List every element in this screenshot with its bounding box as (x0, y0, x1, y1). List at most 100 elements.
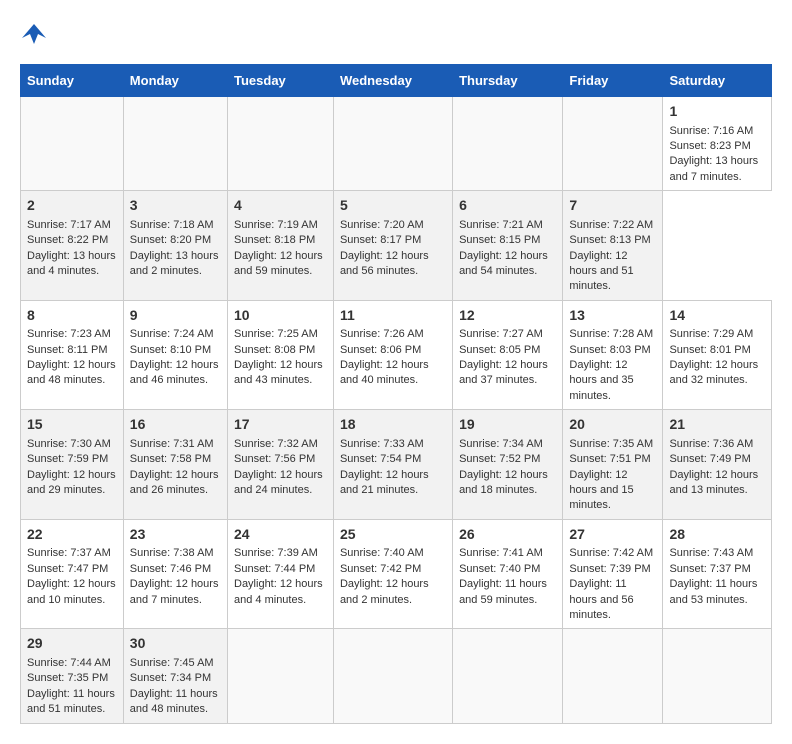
daylight-text: Daylight: 12 hours and 46 minutes. (130, 359, 219, 386)
page-header (20, 20, 772, 48)
day-number: 27 (569, 525, 656, 545)
sunrise-text: Sunrise: 7:20 AM (340, 219, 424, 231)
daylight-text: Daylight: 11 hours and 51 minutes. (27, 688, 115, 715)
weekday-header-tuesday: Tuesday (228, 65, 334, 97)
daylight-text: Daylight: 12 hours and 26 minutes. (130, 469, 219, 496)
daylight-text: Daylight: 12 hours and 13 minutes. (669, 469, 758, 496)
daylight-text: Daylight: 12 hours and 15 minutes. (569, 469, 633, 512)
sunrise-text: Sunrise: 7:34 AM (459, 438, 543, 450)
daylight-text: Daylight: 12 hours and 51 minutes. (569, 250, 633, 293)
day-cell-15: 15 Sunrise: 7:30 AM Sunset: 7:59 PM Dayl… (21, 410, 124, 520)
daylight-text: Daylight: 12 hours and 24 minutes. (234, 469, 323, 496)
daylight-text: Daylight: 12 hours and 29 minutes. (27, 469, 116, 496)
week-row-1: 2 Sunrise: 7:17 AM Sunset: 8:22 PM Dayli… (21, 191, 772, 301)
day-number: 18 (340, 415, 446, 435)
sunset-text: Sunset: 8:05 PM (459, 344, 540, 356)
sunset-text: Sunset: 8:20 PM (130, 234, 211, 246)
sunset-text: Sunset: 7:56 PM (234, 453, 315, 465)
sunset-text: Sunset: 8:06 PM (340, 344, 421, 356)
sunrise-text: Sunrise: 7:40 AM (340, 547, 424, 559)
day-number: 24 (234, 525, 327, 545)
day-cell-23: 23 Sunrise: 7:38 AM Sunset: 7:46 PM Dayl… (123, 519, 227, 629)
calendar-table: SundayMondayTuesdayWednesdayThursdayFrid… (20, 64, 772, 724)
day-cell-28: 28 Sunrise: 7:43 AM Sunset: 7:37 PM Dayl… (663, 519, 772, 629)
daylight-text: Daylight: 12 hours and 10 minutes. (27, 578, 116, 605)
sunset-text: Sunset: 7:35 PM (27, 672, 108, 684)
day-cell-22: 22 Sunrise: 7:37 AM Sunset: 7:47 PM Dayl… (21, 519, 124, 629)
weekday-header-saturday: Saturday (663, 65, 772, 97)
daylight-text: Daylight: 11 hours and 48 minutes. (130, 688, 218, 715)
weekday-header-wednesday: Wednesday (333, 65, 452, 97)
day-number: 30 (130, 634, 221, 654)
empty-cell (228, 629, 334, 723)
week-row-4: 22 Sunrise: 7:37 AM Sunset: 7:47 PM Dayl… (21, 519, 772, 629)
day-number: 29 (27, 634, 117, 654)
empty-cell (21, 97, 124, 191)
weekday-header-thursday: Thursday (453, 65, 563, 97)
day-cell-10: 10 Sunrise: 7:25 AM Sunset: 8:08 PM Dayl… (228, 300, 334, 410)
daylight-text: Daylight: 11 hours and 56 minutes. (569, 578, 633, 621)
sunset-text: Sunset: 8:17 PM (340, 234, 421, 246)
day-cell-17: 17 Sunrise: 7:32 AM Sunset: 7:56 PM Dayl… (228, 410, 334, 520)
day-number: 14 (669, 306, 765, 326)
day-number: 7 (569, 196, 656, 216)
day-cell-26: 26 Sunrise: 7:41 AM Sunset: 7:40 PM Dayl… (453, 519, 563, 629)
sunrise-text: Sunrise: 7:33 AM (340, 438, 424, 450)
sunrise-text: Sunrise: 7:30 AM (27, 438, 111, 450)
sunset-text: Sunset: 8:11 PM (27, 344, 108, 356)
sunset-text: Sunset: 7:54 PM (340, 453, 421, 465)
sunset-text: Sunset: 7:52 PM (459, 453, 540, 465)
day-cell-8: 8 Sunrise: 7:23 AM Sunset: 8:11 PM Dayli… (21, 300, 124, 410)
day-cell-16: 16 Sunrise: 7:31 AM Sunset: 7:58 PM Dayl… (123, 410, 227, 520)
day-cell-9: 9 Sunrise: 7:24 AM Sunset: 8:10 PM Dayli… (123, 300, 227, 410)
day-number: 13 (569, 306, 656, 326)
day-number: 25 (340, 525, 446, 545)
empty-cell (453, 629, 563, 723)
empty-cell (228, 97, 334, 191)
day-cell-29: 29 Sunrise: 7:44 AM Sunset: 7:35 PM Dayl… (21, 629, 124, 723)
day-cell-18: 18 Sunrise: 7:33 AM Sunset: 7:54 PM Dayl… (333, 410, 452, 520)
logo-icon (20, 20, 48, 48)
day-cell-1: 1 Sunrise: 7:16 AM Sunset: 8:23 PM Dayli… (663, 97, 772, 191)
daylight-text: Daylight: 12 hours and 21 minutes. (340, 469, 429, 496)
empty-cell (123, 97, 227, 191)
logo (20, 20, 52, 48)
day-number: 26 (459, 525, 556, 545)
daylight-text: Daylight: 13 hours and 7 minutes. (669, 155, 758, 182)
day-cell-13: 13 Sunrise: 7:28 AM Sunset: 8:03 PM Dayl… (563, 300, 663, 410)
sunset-text: Sunset: 8:01 PM (669, 344, 750, 356)
day-number: 16 (130, 415, 221, 435)
sunrise-text: Sunrise: 7:19 AM (234, 219, 318, 231)
sunset-text: Sunset: 8:15 PM (459, 234, 540, 246)
sunrise-text: Sunrise: 7:44 AM (27, 657, 111, 669)
sunrise-text: Sunrise: 7:36 AM (669, 438, 753, 450)
empty-cell (563, 97, 663, 191)
sunset-text: Sunset: 8:08 PM (234, 344, 315, 356)
day-number: 1 (669, 102, 765, 122)
day-cell-20: 20 Sunrise: 7:35 AM Sunset: 7:51 PM Dayl… (563, 410, 663, 520)
day-number: 9 (130, 306, 221, 326)
day-cell-5: 5 Sunrise: 7:20 AM Sunset: 8:17 PM Dayli… (333, 191, 452, 301)
day-number: 3 (130, 196, 221, 216)
daylight-text: Daylight: 11 hours and 59 minutes. (459, 578, 547, 605)
sunrise-text: Sunrise: 7:38 AM (130, 547, 214, 559)
day-cell-3: 3 Sunrise: 7:18 AM Sunset: 8:20 PM Dayli… (123, 191, 227, 301)
sunset-text: Sunset: 7:37 PM (669, 563, 750, 575)
empty-cell (563, 629, 663, 723)
sunrise-text: Sunrise: 7:28 AM (569, 328, 653, 340)
day-cell-19: 19 Sunrise: 7:34 AM Sunset: 7:52 PM Dayl… (453, 410, 563, 520)
day-cell-14: 14 Sunrise: 7:29 AM Sunset: 8:01 PM Dayl… (663, 300, 772, 410)
sunrise-text: Sunrise: 7:35 AM (569, 438, 653, 450)
sunrise-text: Sunrise: 7:18 AM (130, 219, 214, 231)
day-number: 20 (569, 415, 656, 435)
day-cell-2: 2 Sunrise: 7:17 AM Sunset: 8:22 PM Dayli… (21, 191, 124, 301)
sunset-text: Sunset: 7:47 PM (27, 563, 108, 575)
weekday-header-friday: Friday (563, 65, 663, 97)
sunset-text: Sunset: 7:42 PM (340, 563, 421, 575)
day-number: 10 (234, 306, 327, 326)
sunrise-text: Sunrise: 7:37 AM (27, 547, 111, 559)
sunset-text: Sunset: 8:13 PM (569, 234, 650, 246)
daylight-text: Daylight: 11 hours and 53 minutes. (669, 578, 757, 605)
sunset-text: Sunset: 8:18 PM (234, 234, 315, 246)
sunset-text: Sunset: 7:59 PM (27, 453, 108, 465)
